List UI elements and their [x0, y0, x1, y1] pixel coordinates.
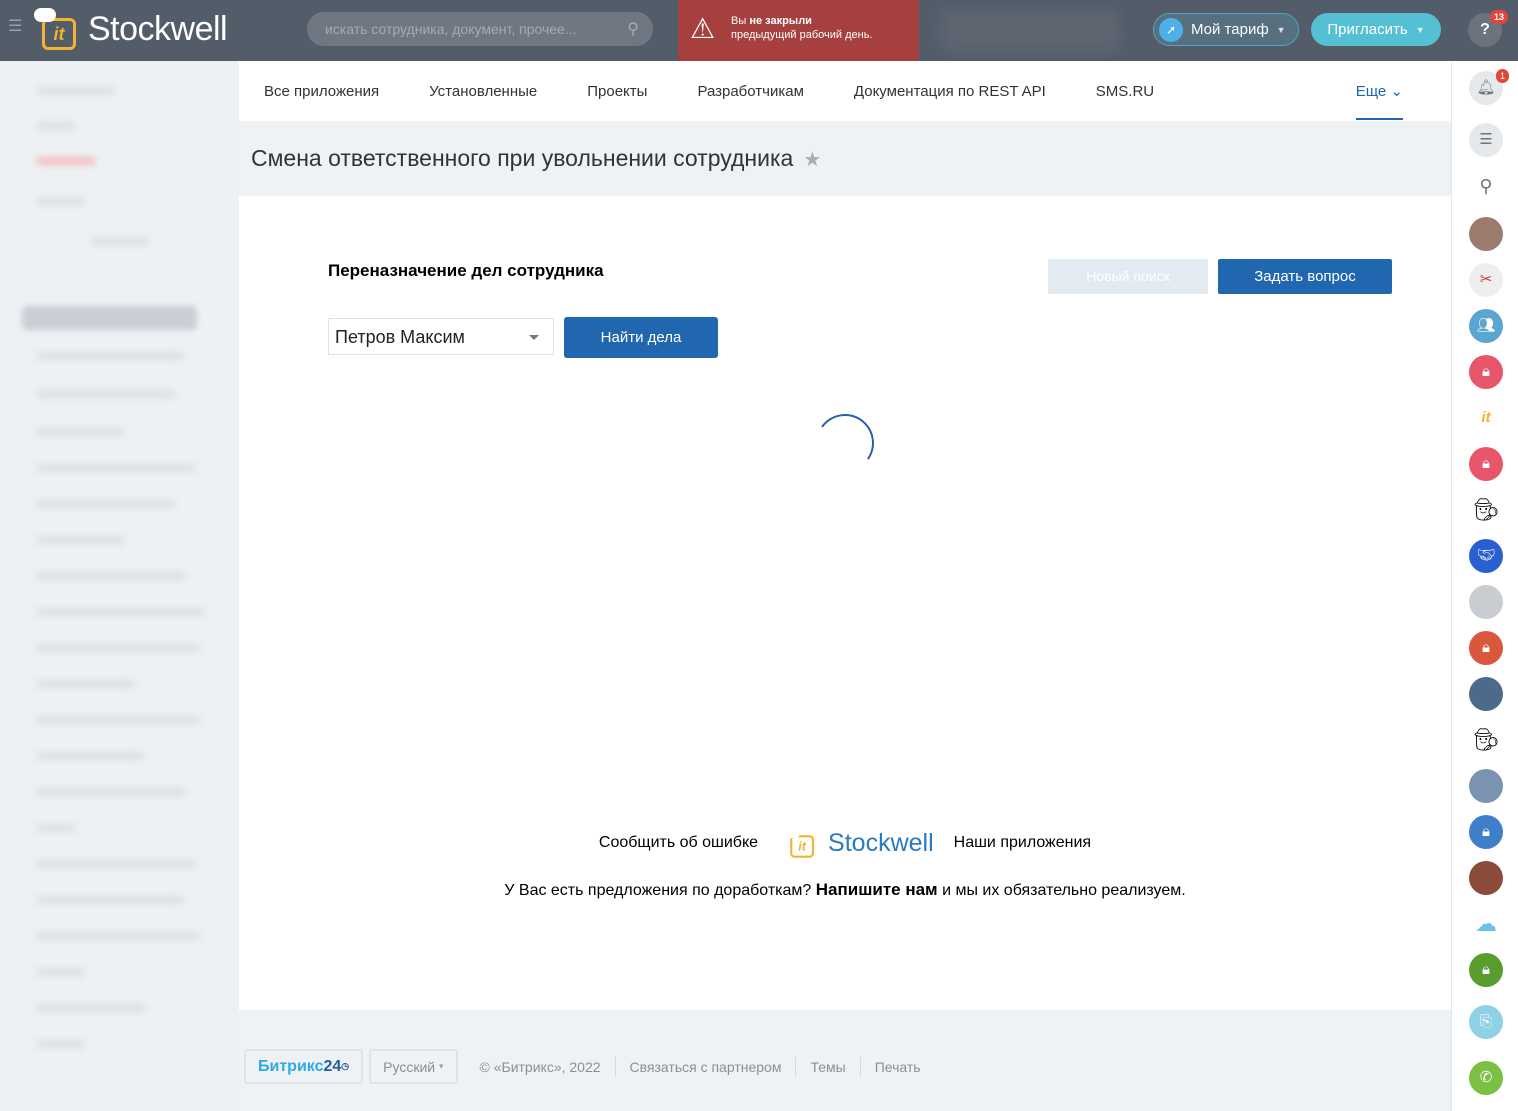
copyright: © «Битрикс», 2022 — [479, 1058, 601, 1075]
language-value: Русский — [383, 1058, 436, 1075]
help-button[interactable]: ? 13 — [1468, 10, 1508, 47]
lock-icon[interactable]: 🔒︎ — [1469, 631, 1503, 665]
bitrix24-logo[interactable]: Битрикс 24 ◷ — [244, 1049, 364, 1084]
ask-question-button[interactable]: Задать вопрос — [1218, 259, 1392, 294]
search-placeholder: искать сотрудника, документ, прочее... — [325, 21, 577, 37]
alert-text-2: предыдущий рабочий день. — [731, 29, 873, 41]
stockwell-icon[interactable]: it — [1469, 401, 1503, 435]
avatar[interactable] — [1469, 677, 1503, 711]
chevron-down-icon: ▼ — [1276, 24, 1286, 35]
more-label: Еще — [1355, 83, 1387, 100]
b24-number: 24 — [323, 1057, 342, 1075]
contact-partner-link[interactable]: Связаться с партнером — [630, 1059, 782, 1075]
avatar[interactable] — [1469, 769, 1503, 803]
search-icon: ⚲ — [627, 21, 639, 38]
dropdown-caret-icon — [529, 335, 539, 345]
find-tasks-button[interactable]: Найти дела — [564, 317, 718, 358]
bottom-footer: Битрикс 24 ◷ Русский ▾ © «Битрикс», 2022 С… — [244, 1049, 921, 1084]
tab-projects[interactable]: Проекты — [587, 83, 647, 100]
tab-all-apps[interactable]: Все приложения — [264, 83, 379, 100]
our-apps-link[interactable]: Наши приложения — [954, 834, 1091, 852]
left-sidebar-blurred — [0, 61, 238, 1111]
warning-icon: ⚠ — [690, 13, 716, 44]
avatar[interactable] — [1469, 217, 1503, 251]
language-select[interactable]: Русский ▾ — [369, 1049, 458, 1084]
section-heading: Переназначение дел сотрудника — [328, 261, 604, 280]
employee-select[interactable]: Петров Максим — [328, 318, 554, 355]
phone-icon[interactable]: ✆ — [1469, 1061, 1503, 1095]
b24-text: Битрикс — [258, 1057, 324, 1075]
tariff-label: Мой тариф — [1191, 21, 1269, 38]
right-sidebar: 🔔︎ 1 ☰ ⚲ ✂ 👥︎ 🔒︎ it 🔒︎ 🕵︎ 🤝︎ 🔒︎ 🕵︎ 🔒︎ ☁ 🔒… — [1451, 61, 1518, 1111]
app-card: Переназначение дел сотрудника Новый поис… — [239, 196, 1451, 1010]
report-bug-link[interactable]: Сообщить об ошибке — [599, 834, 758, 852]
brand-name: Stockwell — [88, 9, 228, 48]
alert-text-bold: не закрыли — [749, 15, 812, 27]
handshake-icon[interactable]: 🤝︎ — [1469, 539, 1503, 573]
lock-icon[interactable]: 🔒︎ — [1469, 447, 1503, 481]
spy-icon[interactable]: 🕵︎ — [1469, 723, 1503, 757]
app-tabs: Все приложения Установленные Проекты Раз… — [239, 61, 1451, 121]
alert-text: Вы — [731, 15, 750, 27]
spy-icon[interactable]: 🕵︎ — [1469, 493, 1503, 527]
avatar[interactable] — [1469, 585, 1503, 619]
suggest-text-end: и мы их обязательно реализуем. — [942, 882, 1186, 899]
invite-button[interactable]: Пригласить ▼ — [1311, 13, 1441, 46]
footer-brand: Stockwell — [828, 828, 934, 857]
group-icon[interactable]: 👥︎ — [1469, 309, 1503, 343]
notif-badge: 1 — [1495, 69, 1509, 83]
avatar[interactable] — [1469, 861, 1503, 895]
print-link[interactable]: Печать — [875, 1059, 921, 1075]
write-us-link[interactable]: Напишите нам — [816, 880, 938, 899]
logo-icon: it — [784, 828, 816, 858]
footer-logo[interactable]: it Stockwell — [778, 822, 934, 864]
page-title: Смена ответственного при увольнении сотр… — [251, 145, 821, 172]
new-search-button[interactable]: Новый поиск — [1048, 259, 1208, 294]
search-icon[interactable]: ⚲ — [1469, 169, 1503, 203]
chevron-down-icon: ⌄ — [1390, 83, 1403, 100]
logo[interactable]: it Stockwell — [34, 8, 228, 50]
page-title-text: Смена ответственного при увольнении сотр… — [251, 145, 794, 171]
loading-spinner — [811, 409, 879, 477]
chevron-down-icon: ▾ — [438, 1061, 444, 1071]
tab-rest-api-docs[interactable]: Документация по REST API — [854, 83, 1046, 100]
top-header: ☰ it Stockwell искать сотрудника, докуме… — [0, 0, 1518, 61]
tab-developers[interactable]: Разработчикам — [697, 83, 803, 100]
suggestion-text: У Вас есть предложения по доработкам? На… — [239, 880, 1451, 900]
help-badge: 13 — [1489, 10, 1508, 24]
tab-installed[interactable]: Установленные — [429, 83, 537, 100]
chat-icon[interactable]: ☰ — [1469, 123, 1503, 157]
menu-icon[interactable]: ☰ — [8, 19, 22, 35]
screen-share-icon[interactable]: ⎘ — [1469, 1005, 1503, 1039]
workday-alert[interactable]: ⚠ Вы не закрыли предыдущий рабочий день. — [678, 0, 919, 61]
bell-icon[interactable]: 🔔︎ 1 — [1469, 69, 1509, 105]
rocket-icon: ➚ — [1159, 17, 1183, 42]
tariff-button[interactable]: ➚ Мой тариф ▼ — [1153, 13, 1299, 46]
lock-icon[interactable]: 🔒︎ — [1469, 355, 1503, 389]
employee-value: Петров Максим — [335, 327, 465, 347]
lock-icon[interactable]: 🔒︎ — [1469, 953, 1503, 987]
themes-link[interactable]: Темы — [810, 1059, 845, 1075]
tab-more[interactable]: Еще ⌄ — [1355, 82, 1403, 120]
blurred-widget — [940, 10, 1120, 52]
app-footer: Сообщить об ошибке it Stockwell Наши прил… — [239, 822, 1451, 864]
lock-icon[interactable]: 🔒︎ — [1469, 815, 1503, 849]
star-icon[interactable]: ★ — [803, 149, 821, 171]
logo-icon: it — [34, 8, 78, 50]
chevron-down-icon: ▼ — [1415, 24, 1425, 35]
cloud-icon[interactable]: ☁ — [1469, 907, 1503, 941]
invite-label: Пригласить — [1327, 21, 1408, 38]
avatar[interactable]: ✂ — [1469, 263, 1503, 297]
search-input[interactable]: искать сотрудника, документ, прочее... ⚲ — [307, 12, 653, 46]
tab-sms-ru[interactable]: SMS.RU — [1096, 83, 1154, 100]
suggest-text: У Вас есть предложения по доработкам? — [504, 882, 812, 899]
